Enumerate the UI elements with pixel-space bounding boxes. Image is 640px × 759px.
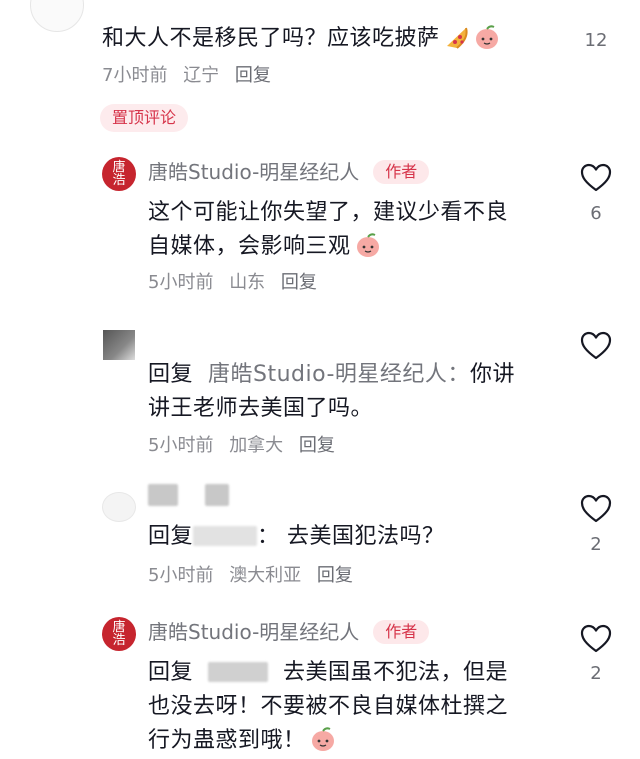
pinned-badge: 置顶评论: [100, 104, 189, 132]
location: 澳大利亚: [229, 565, 302, 586]
heart-icon[interactable]: [579, 492, 613, 526]
comment-line: 自媒体，会影响三观: [148, 234, 351, 259]
author-name-redacted: [148, 484, 230, 507]
reply-button[interactable]: 回复: [235, 65, 271, 86]
comment-line: 也没去呀！不要被不良自媒体杜撰之: [148, 694, 509, 719]
timestamp: 5小时前: [148, 272, 214, 293]
comment-meta: 5小时前 澳大利亚 回复: [148, 564, 363, 588]
comment-text: 回复 唐皓Studio-明星经纪人：你讲 讲王老师去美国了吗。: [148, 358, 515, 426]
reply-target[interactable]: 唐皓Studio-明星经纪人：: [208, 362, 470, 387]
reply-button[interactable]: 回复: [281, 272, 317, 293]
comment-line: 你讲: [469, 362, 515, 387]
comment-line: 行为蛊惑到哦！: [148, 728, 306, 753]
reply-button[interactable]: 回复: [299, 435, 335, 456]
peach-face-icon: [311, 727, 334, 751]
pizza-icon: [446, 27, 468, 49]
comment-line: 去美国虽不犯法，但是: [283, 660, 509, 685]
heart-icon[interactable]: [579, 161, 613, 195]
avatar[interactable]: [102, 492, 136, 522]
author-name[interactable]: 唐皓Studio-明星经纪人: [148, 620, 359, 644]
avatar[interactable]: [103, 330, 135, 360]
author-badge: 作者: [373, 620, 430, 644]
comment-line: ： 去美国犯法吗？: [257, 524, 445, 549]
avatar[interactable]: 唐浩: [102, 157, 136, 191]
reply-button[interactable]: 回复: [317, 565, 353, 586]
redacted-username: [208, 662, 269, 682]
avatar[interactable]: [30, 0, 84, 32]
reply-prefix: 回复: [148, 524, 194, 549]
heart-icon[interactable]: [579, 622, 613, 656]
avatar[interactable]: 唐浩: [102, 617, 136, 651]
timestamp: 5小时前: [148, 435, 214, 456]
author-badge: 作者: [373, 160, 430, 184]
comment-body: 和大人不是移民了吗？应该吃披萨: [102, 26, 440, 51]
reply-prefix: 回复: [148, 660, 194, 685]
like-count: 12: [584, 30, 608, 51]
like-count: 2: [590, 663, 602, 684]
peach-face-icon: [356, 233, 379, 257]
location: 加拿大: [229, 435, 284, 456]
redacted-username: [193, 526, 258, 546]
comment-line: 这个可能让你失望了，建议少看不良: [148, 200, 509, 225]
timestamp: 7小时前: [102, 65, 168, 86]
author-name-row: 唐皓Studio-明星经纪人 作者: [148, 619, 430, 645]
reply-prefix: 回复: [148, 362, 194, 387]
timestamp: 5小时前: [148, 565, 214, 586]
like-count: 2: [590, 534, 602, 555]
location: 辽宁: [183, 65, 220, 86]
comment-meta: 7小时前 辽宁 回复: [102, 64, 281, 88]
author-name-row: 唐皓Studio-明星经纪人 作者: [148, 159, 430, 185]
location: 山东: [229, 272, 266, 293]
author-name[interactable]: 唐皓Studio-明星经纪人: [148, 160, 359, 184]
comment-text: 回复 ： 去美国犯法吗？: [148, 520, 445, 554]
peach-face-icon: [475, 25, 498, 49]
like-count: 6: [590, 203, 602, 224]
comment-meta: 5小时前 加拿大 回复: [148, 434, 345, 458]
comment-text: 这个可能让你失望了，建议少看不良 自媒体，会影响三观: [148, 196, 508, 264]
comment-line: 讲王老师去美国了吗。: [148, 396, 374, 421]
comment-meta: 5小时前 山东 回复: [148, 271, 327, 295]
comment-text: 回复 去美国虽不犯法，但是 也没去呀！不要被不良自媒体杜撰之 行为蛊惑到哦！: [148, 656, 508, 758]
comment-text: 和大人不是移民了吗？应该吃披萨: [102, 22, 500, 56]
heart-icon[interactable]: [579, 329, 613, 363]
